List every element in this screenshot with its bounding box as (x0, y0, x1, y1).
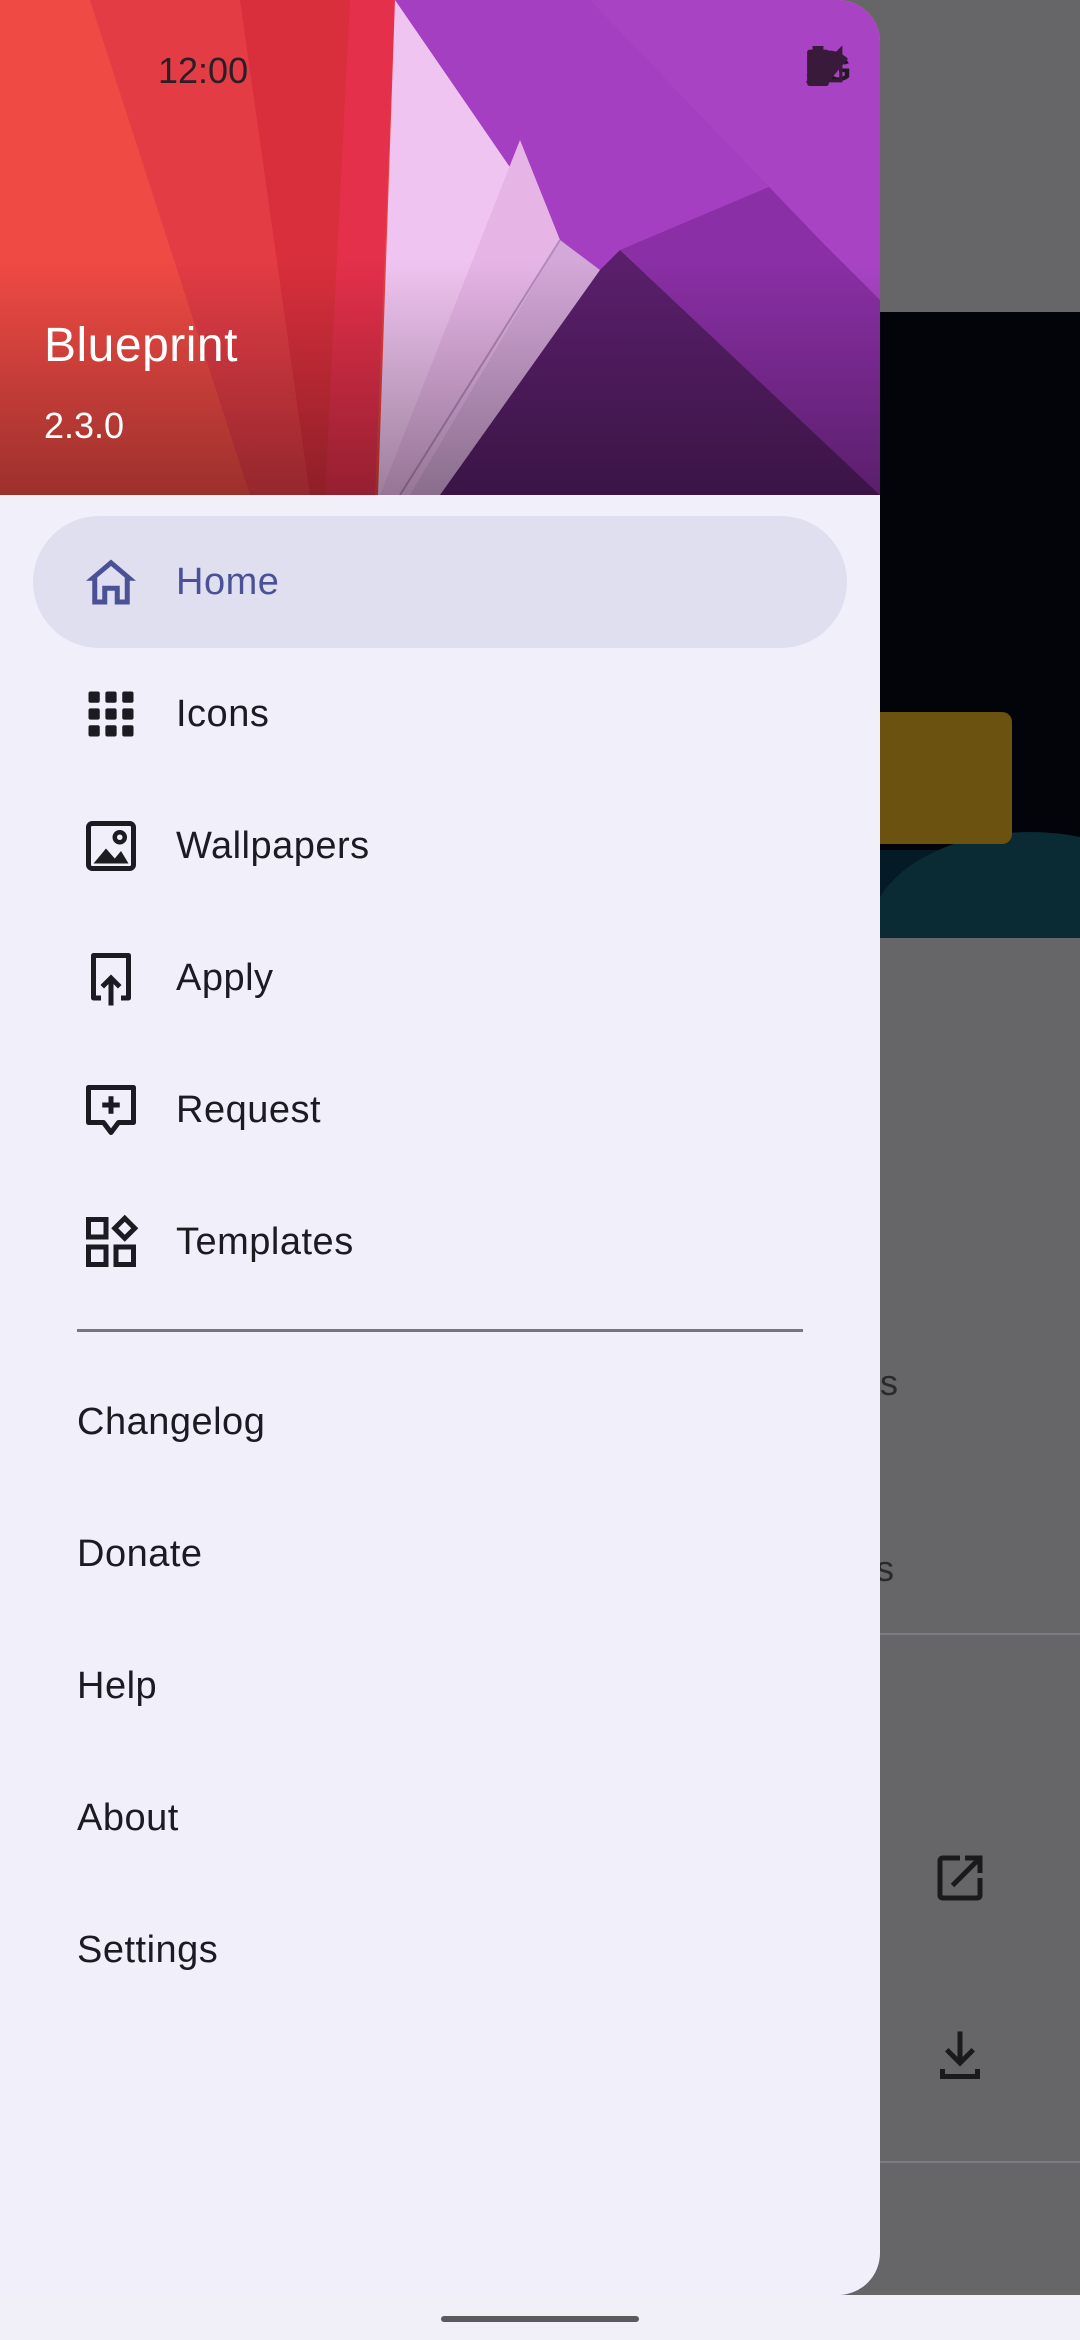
drawer-header: 12:00 3G Blueprint 2.3.0 (0, 0, 880, 495)
apply-icon (91, 953, 131, 1006)
nav-item-wallpapers[interactable]: Wallpapers (33, 780, 847, 912)
app-name: Blueprint (44, 319, 238, 372)
image-icon (86, 821, 136, 871)
nav-item-icons[interactable]: Icons (33, 648, 847, 780)
nav-item-label: Donate (77, 1532, 203, 1575)
nav-item-label: About (77, 1796, 179, 1839)
nav-item-label: Apply (176, 956, 274, 999)
grid-icon (88, 691, 134, 737)
nav-item-label: Home (176, 560, 280, 603)
templates-icon (86, 1214, 139, 1267)
gesture-navigation-bar[interactable] (441, 2316, 639, 2322)
drawer-divider (77, 1329, 803, 1332)
nav-item-templates[interactable]: Templates (33, 1176, 847, 1308)
background-divider (880, 1633, 1080, 1635)
nav-item-settings[interactable]: Settings (33, 1884, 847, 2016)
background-divider (880, 2161, 1080, 2163)
nav-item-label: Changelog (77, 1400, 266, 1443)
nav-item-label: Request (176, 1088, 322, 1131)
navigation-drawer: 12:00 3G Blueprint 2.3.0 Home (0, 0, 880, 2295)
nav-item-donate[interactable]: Donate (33, 1488, 847, 1620)
nav-item-help[interactable]: Help (33, 1620, 847, 1752)
status-bar-time: 12:00 (158, 50, 249, 91)
nav-item-apply[interactable]: Apply (33, 912, 847, 1044)
nav-item-label: Help (77, 1664, 158, 1707)
nav-item-changelog[interactable]: Changelog (33, 1356, 847, 1488)
nav-item-label: Settings (77, 1928, 219, 1971)
open-external-icon (937, 1855, 983, 1901)
nav-item-label: Wallpapers (176, 824, 370, 867)
home-icon (86, 559, 136, 605)
nav-item-label: Templates (176, 1220, 354, 1263)
battery-icon (807, 46, 829, 86)
nav-item-about[interactable]: About (33, 1752, 847, 1884)
nav-item-request[interactable]: Request (33, 1044, 847, 1176)
nav-item-label: Icons (176, 692, 270, 735)
download-icon (940, 2031, 980, 2079)
app-version: 2.3.0 (44, 405, 125, 446)
nav-item-home[interactable]: Home (33, 516, 847, 648)
request-icon (86, 1085, 136, 1135)
status-bar-icons: 3G (806, 46, 851, 94)
